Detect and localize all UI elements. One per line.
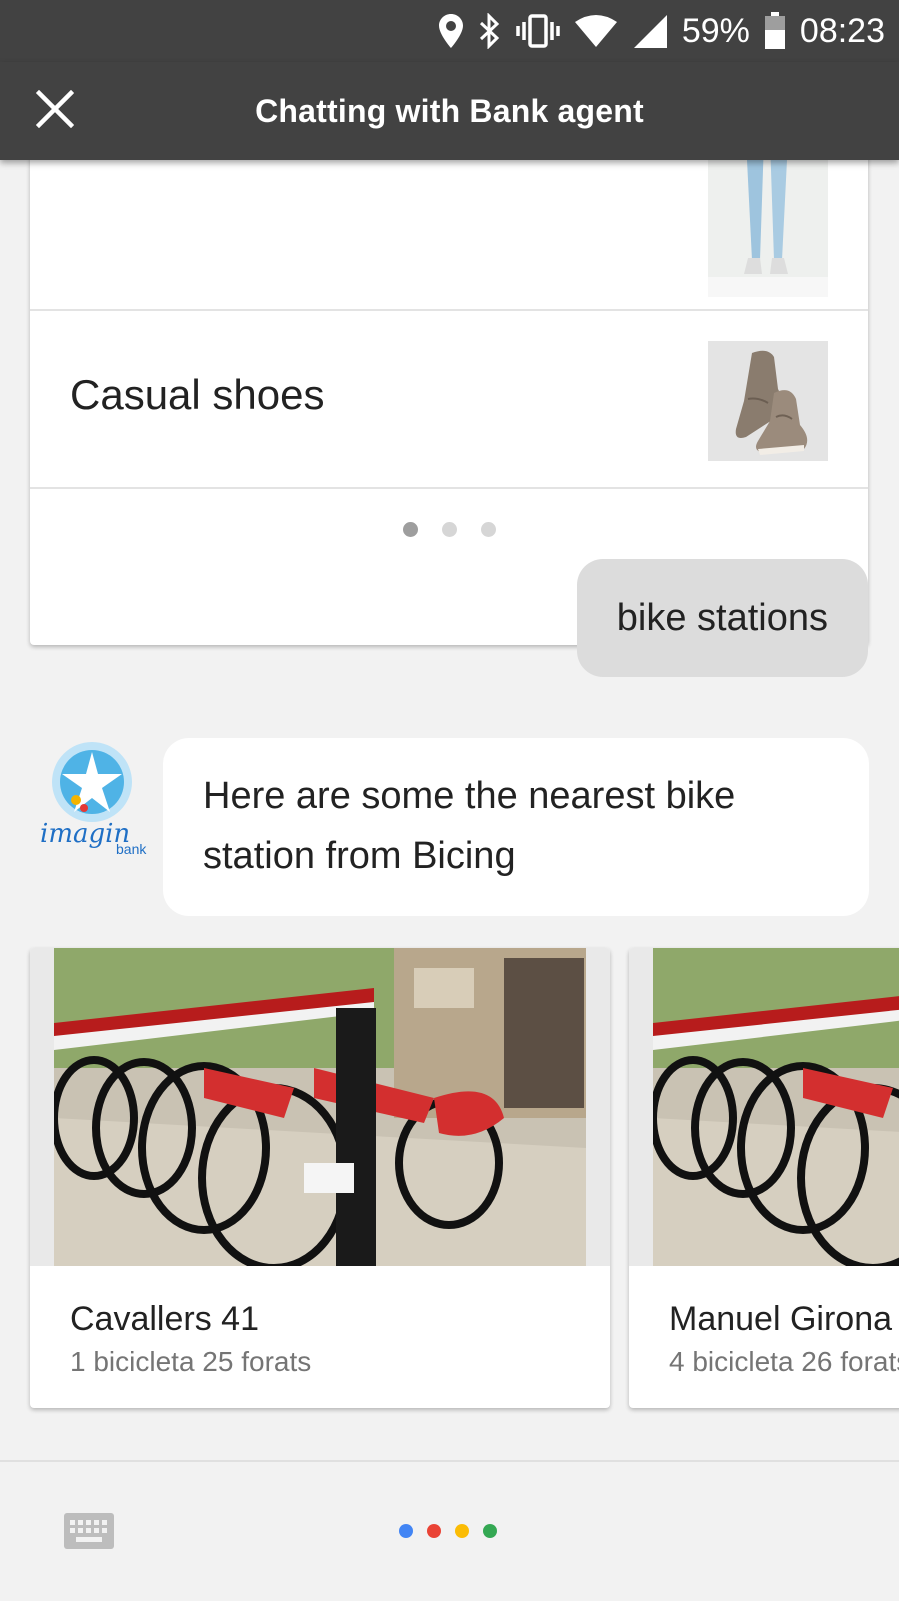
station-photo: [30, 948, 610, 1266]
station-availability: 1 bicicleta 25 forats: [70, 1346, 312, 1377]
assistant-dot-blue: [399, 1524, 413, 1538]
agent-message: Here are some the nearest bike station fr…: [163, 738, 869, 916]
keyboard-button[interactable]: [63, 1512, 115, 1550]
pager-dot[interactable]: [441, 521, 457, 537]
conversation[interactable]: Casual shoes bike stations imagin bank H…: [0, 160, 899, 1460]
wifi-icon: [574, 14, 618, 48]
app-title: Chatting with Bank agent: [255, 92, 644, 129]
assistant-dot-green: [483, 1524, 497, 1538]
pager-dot[interactable]: [402, 521, 418, 537]
assistant-button[interactable]: [399, 1524, 497, 1538]
imagin-bank-logo: imagin bank: [40, 742, 147, 857]
status-icons: 59% 08:23: [438, 8, 885, 54]
signal-icon: [632, 13, 668, 49]
station-name: Manuel Girona: [669, 1300, 893, 1338]
bluetooth-icon: [478, 13, 502, 49]
bikes-photo: [54, 948, 586, 1266]
logo-sub: bank: [116, 841, 147, 857]
shoes-thumbnail: [708, 341, 828, 461]
jeans-thumbnail: [708, 160, 828, 297]
list-item[interactable]: Casual shoes: [30, 311, 868, 489]
user-message: bike stations: [576, 559, 868, 677]
carousel-pager: [30, 489, 868, 569]
keyboard-icon: [64, 1513, 114, 1549]
app-bar: Chatting with Bank agent: [0, 62, 899, 160]
station-card[interactable]: Cavallers 41 1 bicicleta 25 forats: [30, 948, 610, 1408]
pager-dot[interactable]: [480, 521, 496, 537]
list-item-title: Casual shoes: [70, 371, 325, 418]
battery-icon: [764, 12, 786, 50]
bikes-photo: [653, 948, 899, 1266]
station-availability: 4 bicicleta 26 forats: [669, 1346, 899, 1377]
station-card[interactable]: Manuel Girona 4 bicicleta 26 forats: [629, 948, 899, 1408]
clock-time: 08:23: [799, 11, 885, 50]
station-photo: [629, 948, 899, 1266]
agent-avatar: imagin bank: [36, 738, 148, 858]
battery-percent: 59%: [681, 11, 750, 50]
status-bar: 59% 08:23: [0, 0, 899, 62]
assistant-dot-red: [427, 1524, 441, 1538]
location-icon: [438, 13, 464, 49]
station-name: Cavallers 41: [70, 1300, 259, 1338]
assistant-dot-yellow: [455, 1524, 469, 1538]
list-item[interactable]: [30, 160, 868, 311]
vibrate-icon: [516, 13, 560, 49]
input-bar: [0, 1460, 899, 1601]
